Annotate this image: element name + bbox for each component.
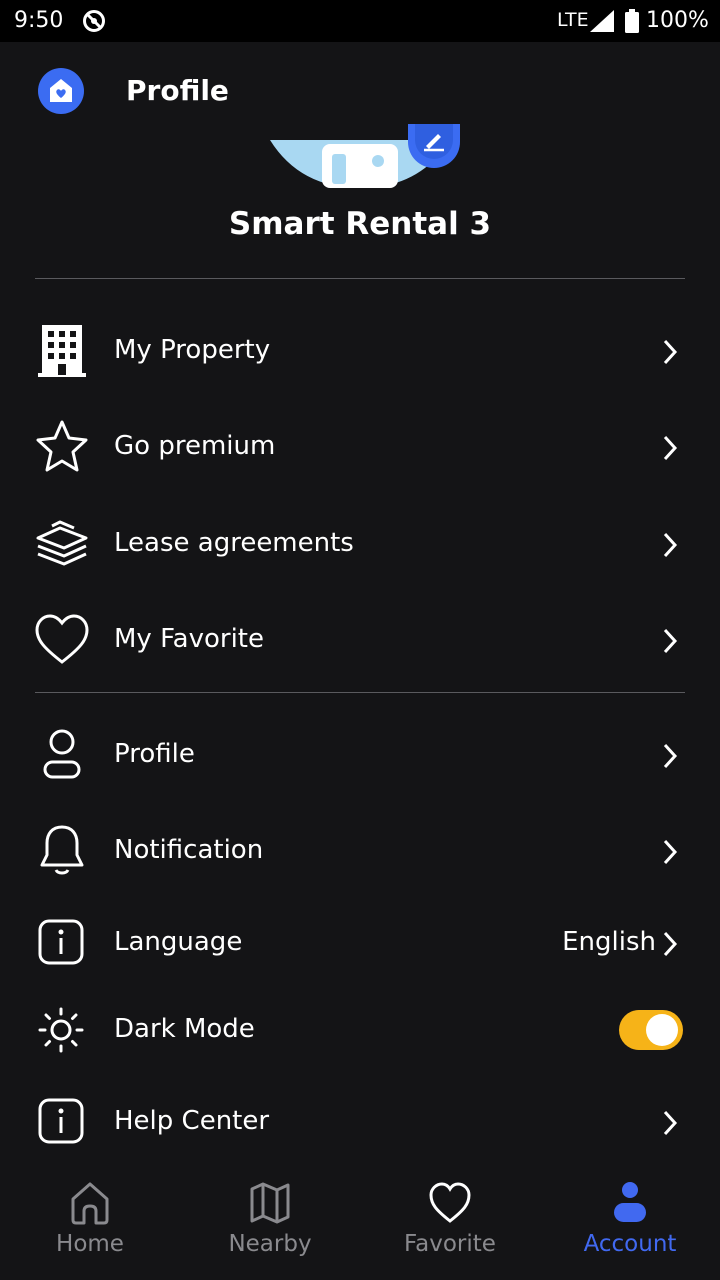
building-icon	[38, 325, 86, 377]
sun-icon	[38, 1007, 84, 1053]
menu-item-my-property[interactable]: My Property	[0, 311, 720, 391]
battery-percent: 100%	[646, 8, 709, 33]
menu-item-lease-agreements[interactable]: Lease agreements	[0, 504, 720, 584]
section-divider	[35, 692, 685, 693]
heart-icon	[35, 614, 89, 664]
menu-item-profile[interactable]: Profile	[0, 715, 720, 795]
language-value: English	[562, 927, 656, 957]
chevron-right-icon	[663, 628, 678, 654]
home-icon	[71, 1182, 109, 1225]
menu-item-go-premium[interactable]: Go premium	[0, 407, 720, 487]
menu-label: My Favorite	[114, 624, 264, 654]
chevron-right-icon	[663, 931, 678, 957]
status-time: 9:50	[14, 8, 64, 33]
nav-label: Nearby	[228, 1231, 312, 1257]
menu-item-help-center[interactable]: Help Center	[0, 1082, 720, 1162]
chevron-right-icon	[663, 339, 678, 365]
battery-icon	[625, 9, 639, 33]
nav-nearby[interactable]: Nearby	[180, 1165, 360, 1280]
menu-label: Go premium	[114, 431, 276, 461]
network-type: LTE	[557, 9, 589, 31]
menu-label: Dark Mode	[114, 1014, 255, 1044]
menu-label: Language	[114, 927, 243, 957]
toggle-knob	[646, 1014, 678, 1046]
nav-favorite[interactable]: Favorite	[360, 1165, 540, 1280]
profile-name: Smart Rental 3	[228, 206, 492, 242]
account-icon	[614, 1182, 646, 1222]
signal-icon	[590, 10, 614, 32]
bottom-nav: Home Nearby Favorite Account	[0, 1165, 720, 1280]
nav-home[interactable]: Home	[0, 1165, 180, 1280]
info-icon	[38, 1098, 84, 1144]
menu-label: Help Center	[114, 1106, 270, 1136]
menu-label: My Property	[114, 335, 271, 365]
map-icon	[250, 1182, 290, 1224]
menu-label: Notification	[114, 835, 264, 865]
heart-icon	[429, 1182, 471, 1223]
nav-label: Account	[583, 1231, 677, 1257]
nav-label: Home	[56, 1231, 124, 1257]
home-heart-icon	[38, 68, 84, 114]
dark-mode-toggle[interactable]	[619, 1010, 683, 1050]
chevron-right-icon	[663, 1110, 678, 1136]
star-icon	[36, 420, 88, 472]
status-bar: 9:50 LTE 100%	[0, 0, 720, 42]
edit-avatar-icon[interactable]	[408, 124, 460, 168]
user-icon	[43, 729, 81, 779]
chevron-right-icon	[663, 839, 678, 865]
menu-item-language[interactable]: Language English	[0, 903, 720, 983]
section-divider	[35, 278, 685, 279]
menu-label: Lease agreements	[114, 528, 354, 558]
menu-item-dark-mode: Dark Mode	[0, 990, 720, 1070]
documents-stack-icon	[36, 520, 88, 566]
nav-label: Favorite	[404, 1231, 496, 1257]
bell-icon	[40, 825, 84, 875]
chevron-right-icon	[663, 743, 678, 769]
nav-account[interactable]: Account	[540, 1165, 720, 1280]
chevron-right-icon	[663, 532, 678, 558]
info-icon	[38, 919, 84, 965]
menu-label: Profile	[114, 739, 195, 769]
menu-item-my-favorite[interactable]: My Favorite	[0, 600, 720, 680]
page-title: Profile	[126, 74, 229, 107]
app-header: Profile	[0, 42, 720, 140]
do-not-disturb-icon	[83, 10, 105, 32]
chevron-right-icon	[663, 435, 678, 461]
menu-item-notification[interactable]: Notification	[0, 811, 720, 891]
